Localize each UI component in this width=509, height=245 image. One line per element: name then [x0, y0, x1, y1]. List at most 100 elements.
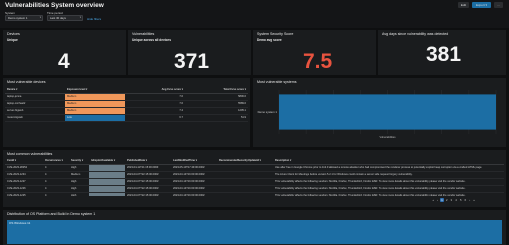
- exploit-cell: [89, 185, 125, 193]
- modified-cell: 2023-03-14T16:00:00.000Z: [171, 192, 217, 196]
- severity-cell: High: [69, 192, 89, 196]
- table-row[interactable]: CVE-2023-28252 4 High 2023-04-11T21:15:00.0…: [5, 164, 504, 172]
- kpi-title: Avg days since vulnerability was detecte…: [382, 32, 449, 36]
- table-row[interactable]: CVE-2023-1226 4 High 2023-03-07T22:15:00.00…: [5, 185, 504, 193]
- description-cell: The Azure Client for Meetings before ver…: [273, 171, 504, 179]
- panel-title: Most common vulnerabilities: [7, 152, 53, 156]
- cve-cell: CVE-2023-1234: [5, 171, 43, 179]
- kpi-title: Devices: [7, 32, 20, 36]
- cve-cell: CVE-2023-1227: [5, 178, 43, 186]
- published-cell: 2023-03-07T22:15:00.000Z: [125, 185, 171, 193]
- modified-cell: 2023-03-14T16:00:00.000Z: [171, 171, 217, 179]
- description-cell: This vulnerability affects the following…: [273, 192, 504, 196]
- page-link[interactable]: »: [472, 198, 477, 202]
- occurrences-cell: 4: [43, 185, 69, 193]
- system-select[interactable]: Demo system 1 ▾: [5, 15, 43, 21]
- exposure-cell: Low: [65, 114, 125, 122]
- panel-title: Most vulnerable devices: [7, 80, 46, 84]
- more-button[interactable]: ...: [494, 2, 503, 8]
- table-row[interactable]: laptop-michaeltr Medium 7.6 5589.6: [5, 100, 248, 108]
- kpi-avg-days: Avg days since vulnerability was detecte…: [378, 30, 506, 75]
- x-axis-label: Vulnerabilities: [379, 135, 396, 139]
- kpi-subtitle: Unique: [7, 38, 18, 42]
- table-row[interactable]: CVE-2023-1234 4 Medium 2023-03-07T22:15:00.…: [5, 171, 504, 179]
- avg-score-cell: 7.4: [125, 107, 185, 115]
- device-cell: laptop-jenna: [5, 93, 65, 101]
- total-score-cell: 5806.6: [185, 93, 248, 101]
- kpi-value: 4: [58, 50, 70, 73]
- occurrences-cell: 4: [43, 171, 69, 179]
- severity-cell: High: [69, 164, 89, 172]
- vulns-table-scroll[interactable]: CveId ▾ Occurrences ▾ Severity ▾ IsExploitA…: [5, 158, 504, 196]
- vulns-table-panel: Most common vulnerabilities CveId ▾ Occur…: [3, 150, 506, 207]
- update-cell: [217, 178, 273, 186]
- devices-table-panel: Most vulnerable devices Device ▾ Exposur…: [3, 78, 250, 147]
- avg-score-cell: 6.7: [125, 114, 185, 122]
- os-distribution-panel: Distribution of OS Platform and Build in…: [3, 210, 506, 245]
- kpi-title: Vulnerabilities: [132, 32, 155, 36]
- device-cell: router-bigweb: [5, 114, 65, 122]
- bar[interactable]: [279, 94, 496, 130]
- modified-cell: 2023-05-10T17:49:00.000Z: [171, 164, 217, 172]
- systems-chart-panel: Most vulnerable systems Demo system 1 Vul…: [253, 78, 506, 147]
- kpi-vulnerabilities: Vulnerabilities Unique across all device…: [128, 30, 251, 75]
- table-row[interactable]: router-bigweb Low 6.7 51.9: [5, 114, 248, 122]
- os-bar-label: OS Windows 11: [9, 221, 31, 225]
- exploit-cell: [89, 192, 125, 196]
- cve-cell: CVE-2023-28252: [5, 164, 43, 172]
- exploit-cell: [89, 164, 125, 172]
- vulns-table: CveId ▾ Occurrences ▾ Severity ▾ IsExploitA…: [5, 158, 504, 196]
- kpi-security-score: System Security Score Demo avg score 7.5: [253, 30, 376, 75]
- table-row[interactable]: CVE-2023-1225 4 High 2023-03-07T22:15:00.00…: [5, 192, 504, 196]
- severity-cell: Medium: [69, 171, 89, 179]
- avg-score-cell: 7.6: [125, 100, 185, 108]
- time-period-select[interactable]: Last 30 days ▾: [47, 15, 83, 21]
- published-cell: 2023-04-11T21:15:00.000Z: [125, 164, 171, 172]
- edit-button[interactable]: Edit: [458, 2, 469, 8]
- header-bar: Vulnerabilities System overview Edit Exp…: [0, 0, 509, 28]
- description-cell: This vulnerability affects the following…: [273, 185, 504, 193]
- exposure-cell: Medium: [65, 93, 125, 101]
- published-cell: 2023-03-07T22:15:00.000Z: [125, 171, 171, 179]
- kpi-value: 381: [426, 43, 462, 66]
- pagination: «‹ 1 2 3 4 5 6 ›»: [431, 198, 476, 202]
- hide-filters-link[interactable]: Hide filters: [87, 17, 101, 21]
- kpi-value: 7.5: [303, 50, 333, 73]
- time-select-value: Last 30 days: [50, 16, 66, 20]
- page-title: Vulnerabilities System overview: [5, 2, 104, 9]
- exposure-cell: Medium: [65, 107, 125, 115]
- kpi-value: 371: [174, 50, 210, 73]
- table-row[interactable]: laptop-jenna Medium 7.6 5806.6: [5, 93, 248, 101]
- panel-title: Distribution of OS Platform and Build in…: [7, 212, 96, 216]
- os-bar[interactable]: OS Windows 11: [7, 220, 502, 244]
- total-score-cell: 1205.1: [185, 107, 248, 115]
- published-cell: 2023-03-07T22:15:00.000Z: [125, 192, 171, 196]
- exposure-cell: Medium: [65, 100, 125, 108]
- modified-cell: 2023-03-14T16:00:00.000Z: [171, 178, 217, 186]
- kpi-subtitle: Unique across all devices: [132, 38, 171, 42]
- cve-cell: CVE-2023-1226: [5, 185, 43, 193]
- description-cell: Use after free in Google Chrome prior to…: [273, 164, 504, 172]
- export-button[interactable]: Export ▾: [472, 2, 491, 8]
- total-score-cell: 5589.6: [185, 100, 248, 108]
- chevron-down-icon: ▾: [39, 16, 41, 19]
- exploit-cell: [89, 171, 125, 179]
- update-cell: [217, 185, 273, 193]
- occurrences-cell: 4: [43, 178, 69, 186]
- table-row[interactable]: server-bigweb Medium 7.4 1205.1: [5, 107, 248, 115]
- table-row[interactable]: CVE-2023-1227 4 High 2023-03-07T22:15:00.00…: [5, 178, 504, 186]
- kpi-subtitle: Demo avg score: [257, 38, 282, 42]
- device-cell: server-bigweb: [5, 107, 65, 115]
- modified-cell: 2023-03-14T16:00:00.000Z: [171, 185, 217, 193]
- total-score-cell: 51.9: [185, 114, 248, 122]
- avg-score-cell: 7.6: [125, 93, 185, 101]
- description-cell: This vulnerability affects the following…: [273, 178, 504, 186]
- update-cell: [217, 192, 273, 196]
- update-cell: [217, 171, 273, 179]
- cve-cell: CVE-2023-1225: [5, 192, 43, 196]
- system-select-value: Demo system 1: [8, 16, 28, 20]
- published-cell: 2023-03-07T22:15:00.000Z: [125, 178, 171, 186]
- severity-cell: High: [69, 185, 89, 193]
- devices-table: Device ▾ Exposure level ▾ Avg Cvss score…: [5, 87, 248, 122]
- category-label: Demo system 1: [258, 110, 278, 114]
